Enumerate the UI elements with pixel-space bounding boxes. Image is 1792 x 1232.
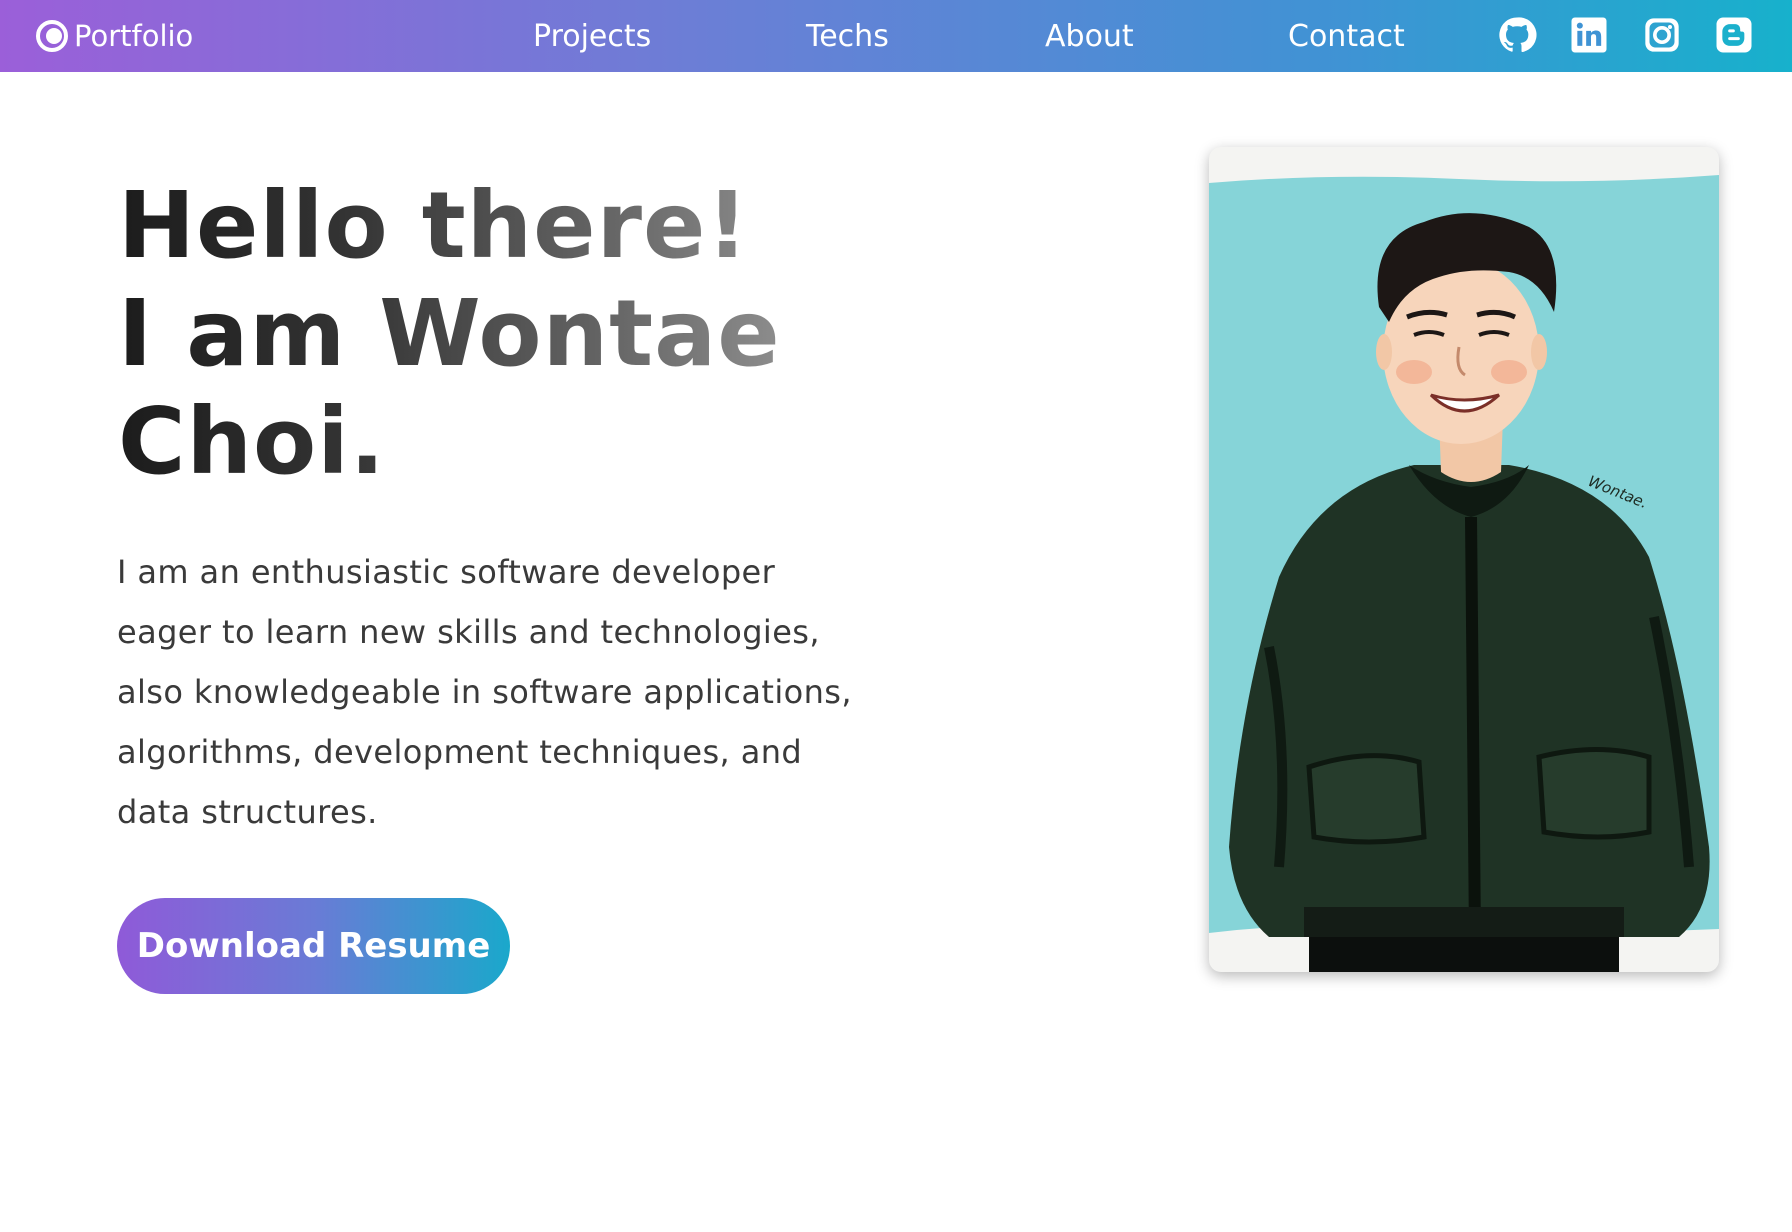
linkedin-link[interactable]	[1568, 14, 1610, 56]
nav-link-contact[interactable]: Contact	[1288, 0, 1405, 72]
top-navbar: Portfolio Projects Techs About Contact	[0, 0, 1792, 72]
instagram-link[interactable]	[1641, 14, 1683, 56]
hero-title-line-2: I am Wontae	[118, 280, 781, 387]
linkedin-icon	[1571, 17, 1607, 53]
download-resume-button[interactable]: Download Resume	[117, 898, 510, 994]
portrait-drawing: Wontae.	[1209, 175, 1719, 972]
hero-title: Hello there! I am Wontae Choi.	[118, 172, 1018, 496]
portrait-illustration: Wontae.	[1209, 147, 1719, 972]
hero-title-line-1: Hello there!	[118, 172, 750, 279]
instagram-icon	[1645, 18, 1679, 52]
brand-logo-icon	[36, 20, 68, 52]
hero-title-line-3: Choi.	[118, 388, 386, 495]
github-link[interactable]	[1496, 14, 1538, 56]
nav-link-projects[interactable]: Projects	[533, 0, 651, 72]
blogger-icon	[1716, 17, 1752, 53]
github-icon	[1499, 17, 1537, 53]
hero-description: I am an enthusiastic software developer …	[117, 553, 852, 831]
brand-link[interactable]: Portfolio	[36, 0, 193, 72]
blogger-link[interactable]	[1713, 14, 1755, 56]
nav-link-about[interactable]: About	[1045, 0, 1134, 72]
nav-link-techs[interactable]: Techs	[806, 0, 889, 72]
brand-name: Portfolio	[74, 19, 194, 53]
